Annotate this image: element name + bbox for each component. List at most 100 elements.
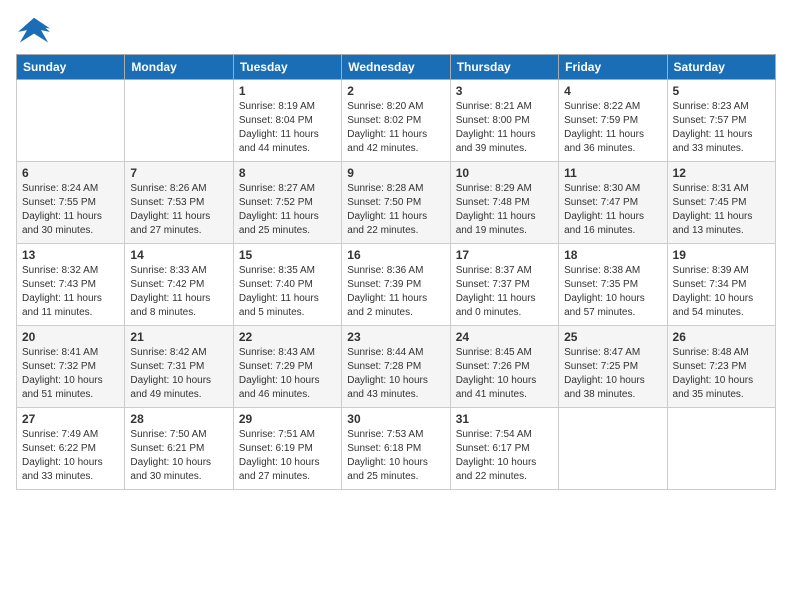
day-number: 15 [239,248,336,262]
calendar-cell: 30 Sunrise: 7:53 AM Sunset: 6:18 PM Dayli… [342,408,450,490]
calendar-cell: 21 Sunrise: 8:42 AM Sunset: 7:31 PM Dayli… [125,326,233,408]
day-info: Sunrise: 8:22 AM Sunset: 7:59 PM Dayligh… [564,100,661,156]
day-info: Sunrise: 7:54 AM Sunset: 6:17 PM Dayligh… [456,428,553,484]
day-number: 25 [564,330,661,344]
col-header-friday: Friday [559,55,667,80]
calendar-cell [667,408,775,490]
day-info: Sunrise: 8:45 AM Sunset: 7:26 PM Dayligh… [456,346,553,402]
calendar-cell: 5 Sunrise: 8:23 AM Sunset: 7:57 PM Daylig… [667,80,775,162]
day-number: 21 [130,330,227,344]
calendar-cell: 24 Sunrise: 8:45 AM Sunset: 7:26 PM Dayli… [450,326,558,408]
day-number: 10 [456,166,553,180]
day-info: Sunrise: 8:24 AM Sunset: 7:55 PM Dayligh… [22,182,119,238]
day-info: Sunrise: 8:33 AM Sunset: 7:42 PM Dayligh… [130,264,227,320]
day-number: 6 [22,166,119,180]
day-info: Sunrise: 8:47 AM Sunset: 7:25 PM Dayligh… [564,346,661,402]
day-number: 7 [130,166,227,180]
day-info: Sunrise: 8:42 AM Sunset: 7:31 PM Dayligh… [130,346,227,402]
calendar-cell: 11 Sunrise: 8:30 AM Sunset: 7:47 PM Dayli… [559,162,667,244]
day-info: Sunrise: 7:49 AM Sunset: 6:22 PM Dayligh… [22,428,119,484]
calendar-cell: 29 Sunrise: 7:51 AM Sunset: 6:19 PM Dayli… [233,408,341,490]
col-header-thursday: Thursday [450,55,558,80]
day-info: Sunrise: 8:44 AM Sunset: 7:28 PM Dayligh… [347,346,444,402]
calendar-cell: 19 Sunrise: 8:39 AM Sunset: 7:34 PM Dayli… [667,244,775,326]
col-header-sunday: Sunday [17,55,125,80]
day-number: 1 [239,84,336,98]
day-number: 18 [564,248,661,262]
day-number: 3 [456,84,553,98]
calendar-cell: 27 Sunrise: 7:49 AM Sunset: 6:22 PM Dayli… [17,408,125,490]
day-info: Sunrise: 8:35 AM Sunset: 7:40 PM Dayligh… [239,264,336,320]
calendar-cell: 4 Sunrise: 8:22 AM Sunset: 7:59 PM Daylig… [559,80,667,162]
day-info: Sunrise: 8:27 AM Sunset: 7:52 PM Dayligh… [239,182,336,238]
day-info: Sunrise: 8:37 AM Sunset: 7:37 PM Dayligh… [456,264,553,320]
day-number: 22 [239,330,336,344]
day-info: Sunrise: 8:36 AM Sunset: 7:39 PM Dayligh… [347,264,444,320]
day-info: Sunrise: 8:19 AM Sunset: 8:04 PM Dayligh… [239,100,336,156]
day-number: 14 [130,248,227,262]
calendar-cell: 26Sunrise: 8:48 AM Sunset: 7:23 PM Dayli… [667,326,775,408]
day-number: 2 [347,84,444,98]
calendar-cell: 7 Sunrise: 8:26 AM Sunset: 7:53 PM Daylig… [125,162,233,244]
day-number: 28 [130,412,227,426]
day-number: 29 [239,412,336,426]
calendar-cell: 17 Sunrise: 8:37 AM Sunset: 7:37 PM Dayli… [450,244,558,326]
day-info: Sunrise: 8:39 AM Sunset: 7:34 PM Dayligh… [673,264,770,320]
calendar-cell [125,80,233,162]
logo-bird-icon [16,16,52,46]
day-number: 16 [347,248,444,262]
day-number: 12 [673,166,770,180]
calendar-cell: 14 Sunrise: 8:33 AM Sunset: 7:42 PM Dayli… [125,244,233,326]
day-info: Sunrise: 8:31 AM Sunset: 7:45 PM Dayligh… [673,182,770,238]
day-info: Sunrise: 8:20 AM Sunset: 8:02 PM Dayligh… [347,100,444,156]
col-header-tuesday: Tuesday [233,55,341,80]
calendar-cell: 6 Sunrise: 8:24 AM Sunset: 7:55 PM Daylig… [17,162,125,244]
calendar-table: SundayMondayTuesdayWednesdayThursdayFrid… [16,54,776,490]
calendar-cell: 12 Sunrise: 8:31 AM Sunset: 7:45 PM Dayli… [667,162,775,244]
day-info: Sunrise: 8:28 AM Sunset: 7:50 PM Dayligh… [347,182,444,238]
day-info: Sunrise: 8:32 AM Sunset: 7:43 PM Dayligh… [22,264,119,320]
day-info: Sunrise: 8:30 AM Sunset: 7:47 PM Dayligh… [564,182,661,238]
day-info: Sunrise: 8:26 AM Sunset: 7:53 PM Dayligh… [130,182,227,238]
day-number: 11 [564,166,661,180]
day-info: Sunrise: 8:48 AM Sunset: 7:23 PM Dayligh… [673,346,770,402]
calendar-cell: 1 Sunrise: 8:19 AM Sunset: 8:04 PM Daylig… [233,80,341,162]
day-info: Sunrise: 8:41 AM Sunset: 7:32 PM Dayligh… [22,346,119,402]
day-number: 19 [673,248,770,262]
calendar-cell: 31 Sunrise: 7:54 AM Sunset: 6:17 PM Dayli… [450,408,558,490]
day-number: 24 [456,330,553,344]
calendar-cell [559,408,667,490]
day-number: 27 [22,412,119,426]
calendar-cell: 10 Sunrise: 8:29 AM Sunset: 7:48 PM Dayli… [450,162,558,244]
day-info: Sunrise: 7:53 AM Sunset: 6:18 PM Dayligh… [347,428,444,484]
day-info: Sunrise: 8:38 AM Sunset: 7:35 PM Dayligh… [564,264,661,320]
day-number: 4 [564,84,661,98]
col-header-monday: Monday [125,55,233,80]
calendar-cell: 22 Sunrise: 8:43 AM Sunset: 7:29 PM Dayli… [233,326,341,408]
day-number: 30 [347,412,444,426]
day-number: 31 [456,412,553,426]
calendar-cell: 3Sunrise: 8:21 AM Sunset: 8:00 PM Daylig… [450,80,558,162]
day-info: Sunrise: 8:43 AM Sunset: 7:29 PM Dayligh… [239,346,336,402]
day-info: Sunrise: 8:23 AM Sunset: 7:57 PM Dayligh… [673,100,770,156]
day-info: Sunrise: 7:51 AM Sunset: 6:19 PM Dayligh… [239,428,336,484]
calendar-cell: 13 Sunrise: 8:32 AM Sunset: 7:43 PM Dayli… [17,244,125,326]
col-header-saturday: Saturday [667,55,775,80]
calendar-cell: 15 Sunrise: 8:35 AM Sunset: 7:40 PM Dayli… [233,244,341,326]
calendar-cell: 23Sunrise: 8:44 AM Sunset: 7:28 PM Dayli… [342,326,450,408]
day-number: 17 [456,248,553,262]
logo [16,16,56,46]
day-number: 8 [239,166,336,180]
calendar-cell: 28 Sunrise: 7:50 AM Sunset: 6:21 PM Dayli… [125,408,233,490]
calendar-cell: 2 Sunrise: 8:20 AM Sunset: 8:02 PM Daylig… [342,80,450,162]
day-number: 9 [347,166,444,180]
calendar-cell: 8 Sunrise: 8:27 AM Sunset: 7:52 PM Daylig… [233,162,341,244]
calendar-cell: 9 Sunrise: 8:28 AM Sunset: 7:50 PM Daylig… [342,162,450,244]
day-number: 5 [673,84,770,98]
day-info: Sunrise: 8:29 AM Sunset: 7:48 PM Dayligh… [456,182,553,238]
calendar-cell: 20Sunrise: 8:41 AM Sunset: 7:32 PM Dayli… [17,326,125,408]
calendar-cell: 25 Sunrise: 8:47 AM Sunset: 7:25 PM Dayli… [559,326,667,408]
day-number: 13 [22,248,119,262]
calendar-cell [17,80,125,162]
day-info: Sunrise: 7:50 AM Sunset: 6:21 PM Dayligh… [130,428,227,484]
